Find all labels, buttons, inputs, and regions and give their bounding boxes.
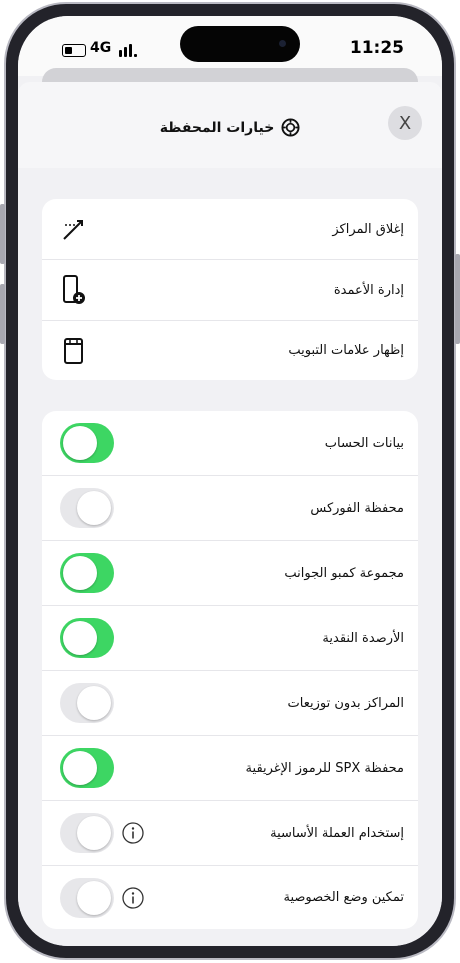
network-label: 4G <box>90 40 112 56</box>
menu-item-show-tabs[interactable]: إظهار علامات التبويب <box>42 321 418 380</box>
tabs-icon <box>64 337 83 364</box>
privacy-mode-toggle[interactable] <box>60 878 114 918</box>
menu-item-label: إدارة الأعمدة <box>333 282 404 298</box>
info-icon[interactable] <box>122 887 144 909</box>
forex-portfolio-toggle[interactable] <box>60 488 114 528</box>
dynamic-island <box>180 26 300 62</box>
toggle-label: المراكز بدون توزيعات <box>287 695 404 711</box>
account-data-toggle[interactable] <box>60 423 114 463</box>
toggle-row-base-currency: إستخدام العملة الأساسية <box>42 801 418 865</box>
phone-frame: 4G 11:25 خيارات المحفظة X إغلاق المراكز … <box>0 2 460 960</box>
menu-item-label: إظهار علامات التبويب <box>288 343 404 358</box>
clock: 11:25 <box>349 38 404 58</box>
toggle-row-cash-balances: الأرصدة النقدية <box>42 606 418 670</box>
toggle-label: محفظة SPX للرموز الإغريقية <box>245 760 404 776</box>
power-button <box>455 254 460 344</box>
toggle-label: إستخدام العملة الأساسية <box>270 825 404 841</box>
wallet-settings-icon <box>281 118 300 137</box>
menu-item-close-positions[interactable]: إغلاق المراكز <box>42 199 418 259</box>
toggle-card: بيانات الحساب محفظة الفوركس مجموعة كمبو … <box>42 411 418 929</box>
screen: 4G 11:25 خيارات المحفظة X إغلاق المراكز … <box>18 16 442 946</box>
menu-card: إغلاق المراكز إدارة الأعمدة إظهار علامات <box>42 199 418 380</box>
toggle-label: تمكين وضع الخصوصية <box>283 890 404 905</box>
toggle-label: محفظة الفوركس <box>310 500 404 516</box>
toggle-label: الأرصدة النقدية <box>322 630 404 646</box>
info-icon[interactable] <box>122 822 144 844</box>
close-positions-icon <box>63 220 83 240</box>
cash-balances-toggle[interactable] <box>60 618 114 658</box>
toggle-row-account-data: بيانات الحساب <box>42 411 418 475</box>
volume-button <box>0 204 5 264</box>
menu-item-label: إغلاق المراكز <box>332 221 404 237</box>
add-column-icon <box>63 275 85 304</box>
toggle-row-spx-greeks: محفظة SPX للرموز الإغريقية <box>42 736 418 800</box>
toggle-row-privacy-mode: تمكين وضع الخصوصية <box>42 866 418 929</box>
spx-greeks-toggle[interactable] <box>60 748 114 788</box>
status-bar: 4G 11:25 <box>18 16 442 76</box>
close-icon: X <box>398 112 412 134</box>
signal-icon <box>119 41 143 57</box>
toggle-label: مجموعة كمبو الجوانب <box>284 565 404 581</box>
base-currency-toggle[interactable] <box>60 813 114 853</box>
sheet-header: خيارات المحفظة X <box>18 82 442 168</box>
page-title: خيارات المحفظة <box>159 119 275 136</box>
volume-button <box>0 284 5 344</box>
toggle-row-forex-portfolio: محفظة الفوركس <box>42 476 418 540</box>
toggle-row-positions-no-dividends: المراكز بدون توزيعات <box>42 671 418 735</box>
toggle-row-combo-group: مجموعة كمبو الجوانب <box>42 541 418 605</box>
battery-icon <box>62 44 86 57</box>
close-button[interactable]: X <box>388 106 422 140</box>
combo-group-toggle[interactable] <box>60 553 114 593</box>
menu-item-manage-columns[interactable]: إدارة الأعمدة <box>42 260 418 320</box>
positions-no-dividends-toggle[interactable] <box>60 683 114 723</box>
toggle-label: بيانات الحساب <box>324 435 404 451</box>
